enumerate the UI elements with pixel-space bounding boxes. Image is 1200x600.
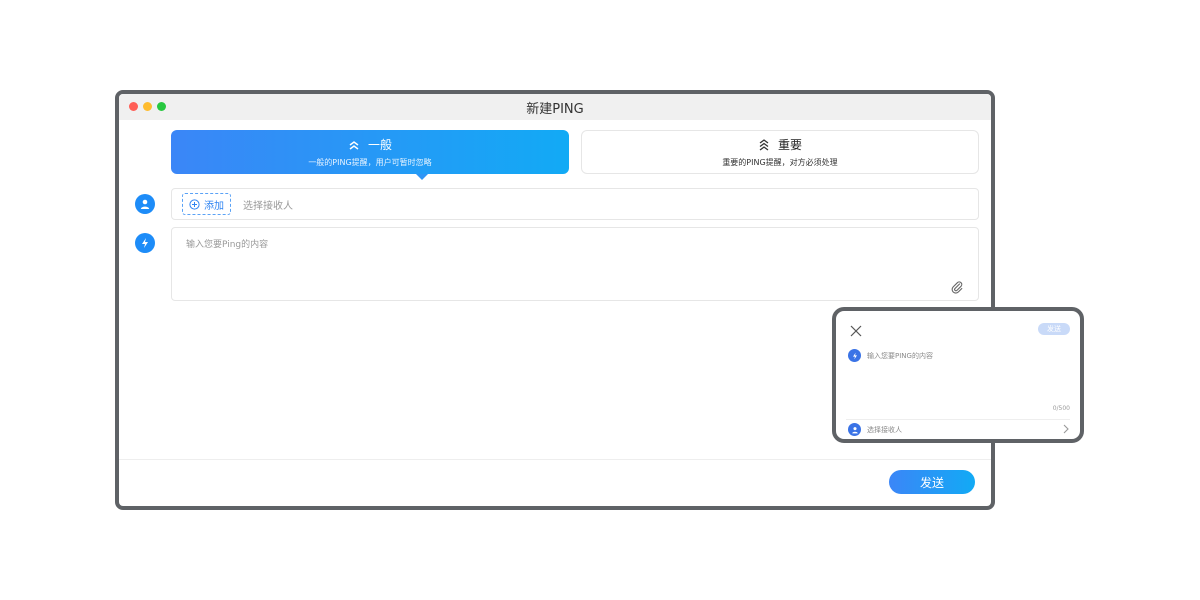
selected-indicator	[416, 174, 428, 180]
ping-type-description: 重要的PING提醒，对方必须处理	[722, 158, 838, 167]
new-ping-window: 新建PING 一般 一般的PING提醒，用户可暂时忽略 重要 重要的PING提醒…	[115, 90, 995, 510]
attachment-icon[interactable]	[950, 280, 964, 294]
close-window-button[interactable]	[129, 102, 138, 111]
ping-type-label: 重要	[777, 138, 802, 152]
recipient-placeholder: 选择接收人	[243, 200, 293, 212]
lightning-icon	[848, 349, 861, 362]
close-icon[interactable]	[850, 325, 862, 337]
add-recipient-button[interactable]: 添加	[182, 193, 231, 215]
window-controls	[129, 102, 166, 111]
double-chevron-up-icon	[349, 140, 359, 150]
ping-type-general[interactable]: 一般 一般的PING提醒，用户可暂时忽略	[171, 130, 569, 180]
mobile-send-button[interactable]: 发送	[1038, 323, 1070, 335]
mobile-recipient-placeholder: 选择接收人	[867, 425, 902, 434]
user-icon	[848, 423, 861, 436]
title-bar: 新建PING	[119, 94, 991, 120]
message-placeholder: 输入您要Ping的内容	[186, 240, 269, 250]
recipient-field[interactable]: 添加 选择接收人	[171, 188, 979, 220]
divider	[846, 419, 1070, 420]
character-counter: 0/500	[1052, 405, 1070, 412]
ping-type-description: 一般的PING提醒，用户可暂时忽略	[308, 158, 432, 167]
chevron-right-icon[interactable]	[1062, 424, 1070, 434]
user-icon	[135, 194, 155, 214]
mobile-recipient-row[interactable]: 选择接收人	[848, 423, 902, 436]
plus-circle-icon	[189, 198, 200, 210]
message-input[interactable]: 输入您要Ping的内容	[171, 227, 979, 301]
minimize-window-button[interactable]	[143, 102, 152, 111]
send-button[interactable]: 发送	[889, 470, 975, 494]
ping-type-important[interactable]: 重要 重要的PING提醒，对方必须处理	[581, 130, 979, 174]
triple-chevron-up-icon	[759, 138, 769, 151]
lightning-icon	[135, 233, 155, 253]
ping-type-label: 一般	[367, 138, 392, 152]
add-recipient-label: 添加	[204, 200, 224, 212]
window-title: 新建PING	[526, 101, 584, 117]
footer-bar: 发送	[119, 459, 991, 506]
mobile-message-row[interactable]: 输入您要PING的内容	[848, 349, 933, 362]
mobile-preview: 发送 输入您要PING的内容 0/500 选择接收人	[832, 307, 1084, 443]
mobile-message-placeholder: 输入您要PING的内容	[867, 351, 933, 360]
maximize-window-button[interactable]	[157, 102, 166, 111]
